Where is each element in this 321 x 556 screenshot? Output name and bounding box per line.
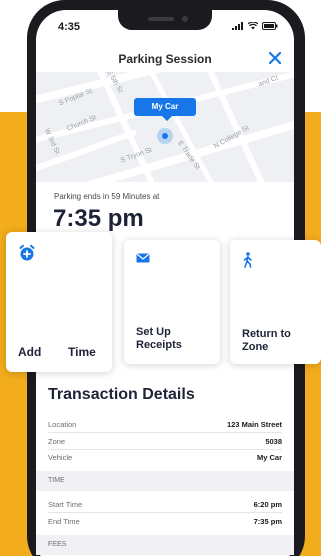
detail-value: 123 Main Street: [226, 420, 282, 429]
alarm-add-icon: [19, 244, 35, 261]
detail-row-end-time: End Time 7:35 pm: [48, 517, 282, 531]
camera: [182, 16, 188, 22]
add-time-card[interactable]: Add Time: [6, 232, 112, 372]
transaction-details-title: Transaction Details: [48, 386, 195, 403]
return-to-zone-label: Return to Zone: [242, 328, 321, 354]
car-location-pin[interactable]: [162, 133, 168, 139]
callout-tail: [162, 116, 172, 121]
divider: [48, 449, 282, 450]
detail-label: Start Time: [48, 500, 83, 509]
set-up-receipts-line: Set Up: [136, 326, 171, 338]
detail-row-vehicle: Vehicle My Car: [48, 453, 282, 467]
detail-value: 6:20 pm: [253, 500, 282, 509]
section-header-time: TIME: [36, 471, 294, 491]
close-button[interactable]: [266, 49, 284, 67]
walking-person-icon: [243, 252, 252, 268]
status-icons: [232, 22, 278, 30]
divider: [48, 512, 282, 513]
detail-value: 7:35 pm: [253, 517, 282, 526]
status-time: 4:35: [58, 21, 81, 33]
wifi-icon: [248, 22, 258, 30]
detail-label: End Time: [48, 517, 80, 526]
set-up-receipts-card[interactable]: Set Up Receipts: [124, 240, 220, 364]
page-title: Parking Session: [118, 52, 212, 66]
add-time-label-add: Add: [18, 345, 42, 359]
detail-value: 5038: [265, 437, 282, 446]
detail-label: Location: [48, 420, 77, 429]
map[interactable]: S Poplar St E 5th St W 3rd St S Tryon St…: [36, 72, 294, 182]
return-to-zone-line: Return to: [242, 328, 291, 340]
header: Parking Session: [36, 46, 294, 72]
detail-label: Vehicle: [48, 453, 73, 462]
section-label: FEES: [48, 541, 67, 548]
status-bar: 4:35: [36, 10, 294, 42]
section-header-fees: FEES: [36, 535, 294, 555]
return-to-zone-card[interactable]: Return to Zone: [230, 240, 321, 364]
divider: [48, 432, 282, 433]
car-marker-callout[interactable]: My Car: [134, 98, 196, 116]
signal-icon: [232, 22, 243, 30]
parking-ends-label: Parking ends in 59 Minutes at: [54, 192, 160, 201]
section-label: TIME: [48, 477, 65, 484]
return-to-zone-line: Zone: [242, 341, 269, 353]
parking-end-time: 7:35 pm: [53, 205, 144, 232]
detail-label: Zone: [48, 437, 66, 446]
speaker: [148, 17, 174, 21]
battery-icon: [262, 22, 278, 30]
detail-value: My Car: [256, 453, 282, 462]
add-time-label-time: Time: [68, 345, 96, 359]
envelope-icon: [136, 253, 150, 263]
close-icon: [269, 52, 281, 64]
notch: [118, 10, 212, 30]
set-up-receipts-label: Set Up Receipts: [136, 326, 216, 352]
set-up-receipts-line: Receipts: [136, 339, 182, 351]
